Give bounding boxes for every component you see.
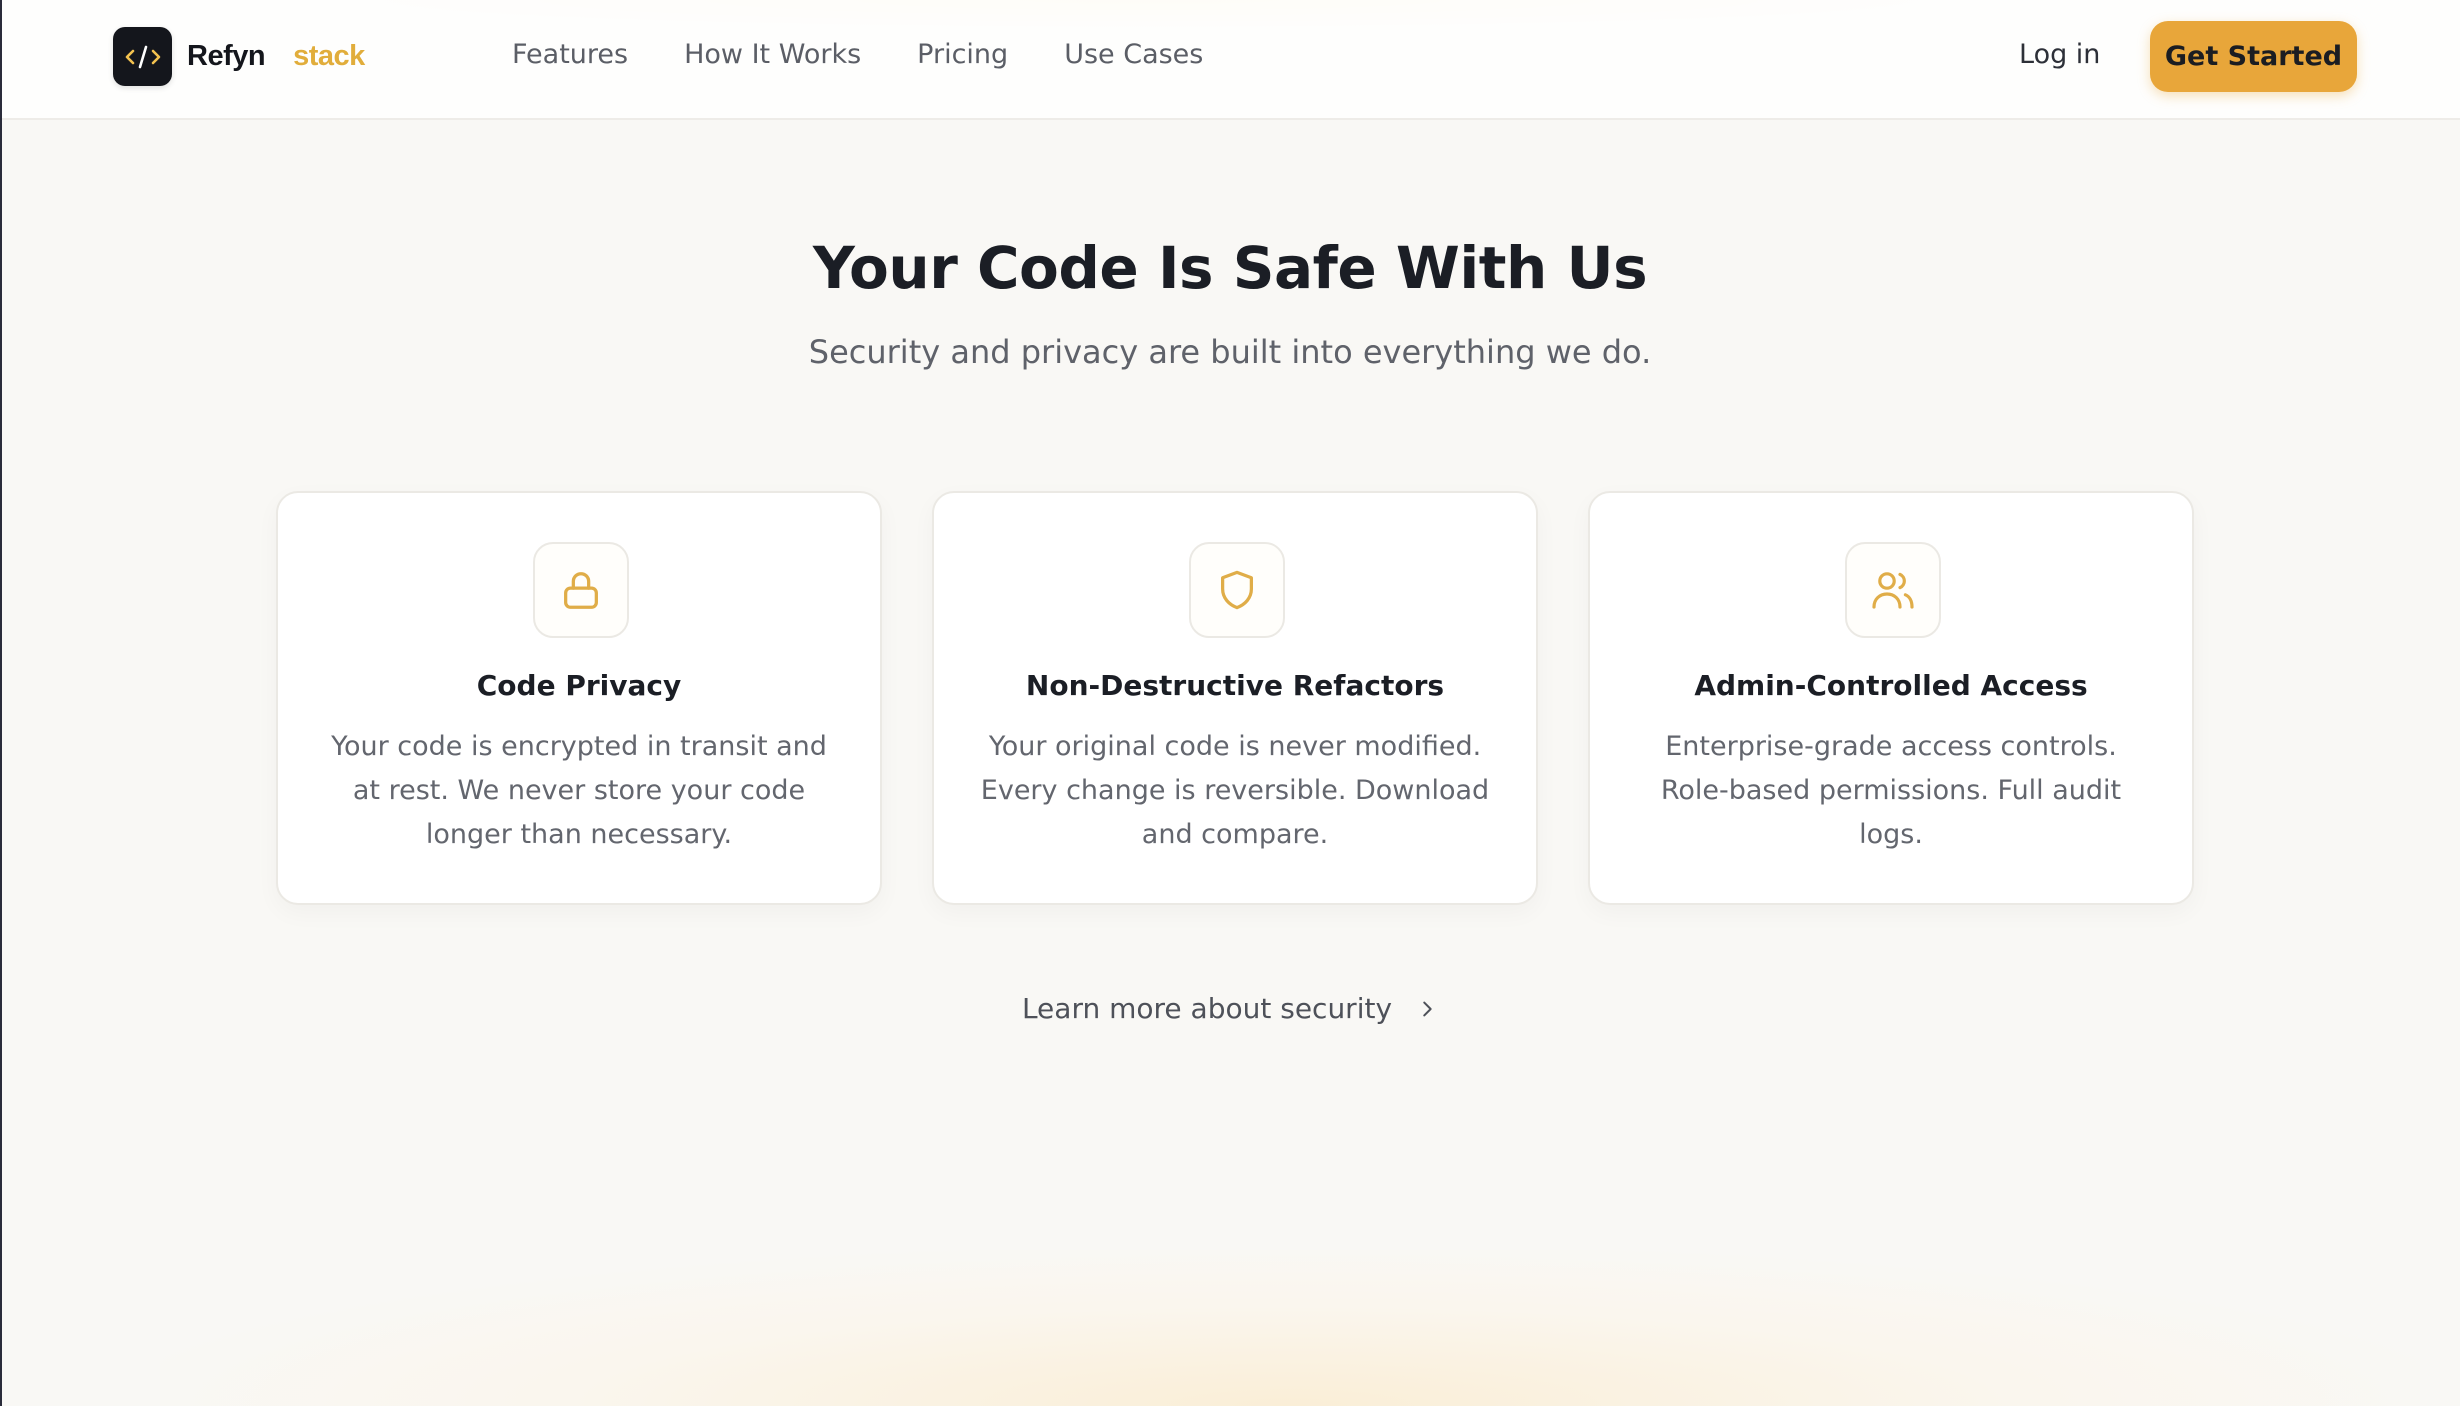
logo-wordmark: Refyn (187, 40, 266, 72)
main-nav: Features How It Works Pricing Use Cases (512, 37, 1203, 73)
card-title: Admin-Controlled Access (1694, 669, 2088, 702)
card-title: Code Privacy (476, 669, 682, 702)
get-started-button[interactable]: Get Started (2150, 21, 2357, 92)
login-link[interactable]: Log in (2019, 37, 2100, 73)
code-brackets-icon (113, 27, 172, 86)
site-header: Refyn stack Features How It Works Pricin… (2, 0, 2460, 120)
card-description: Your code is encrypted in transit and at… (331, 731, 827, 850)
nav-features[interactable]: Features (512, 37, 628, 73)
nav-use-cases[interactable]: Use Cases (1064, 37, 1203, 73)
chevron-right-icon[interactable] (1416, 998, 1438, 1020)
nav-how-it-works[interactable]: How It Works (684, 37, 861, 73)
learn-more-security-link[interactable]: Learn more about security (1022, 992, 1392, 1025)
card-description: Your original code is never modified. Ev… (980, 731, 1490, 850)
card-title: Non-Destructive Refactors (1025, 669, 1445, 702)
lock-icon (533, 542, 629, 638)
security-cards: Code Privacy Your code is encrypted in t… (276, 491, 2194, 905)
logo-suffix: stack (293, 40, 365, 72)
card-code-privacy: Code Privacy Your code is encrypted in t… (276, 491, 882, 905)
card-description: Enterprise-grade access controls. Role-b… (1660, 731, 2122, 850)
logo-link[interactable]: Refyn stack (113, 27, 365, 86)
users-icon (1845, 542, 1941, 638)
section-subtitle: Security and privacy are built into ever… (808, 333, 1652, 371)
section-title: Your Code Is Safe With Us (812, 234, 1648, 302)
bottom-glow (160, 1250, 2420, 1406)
nav-pricing[interactable]: Pricing (917, 37, 1008, 73)
card-admin-controlled-access: Admin-Controlled Access Enterprise-grade… (1588, 491, 2194, 905)
card-non-destructive-refactors: Non-Destructive Refactors Your original … (932, 491, 1538, 905)
learn-more-row: Learn more about security (0, 992, 2460, 1025)
shield-icon (1189, 542, 1285, 638)
window-left-edge (0, 0, 2, 1406)
